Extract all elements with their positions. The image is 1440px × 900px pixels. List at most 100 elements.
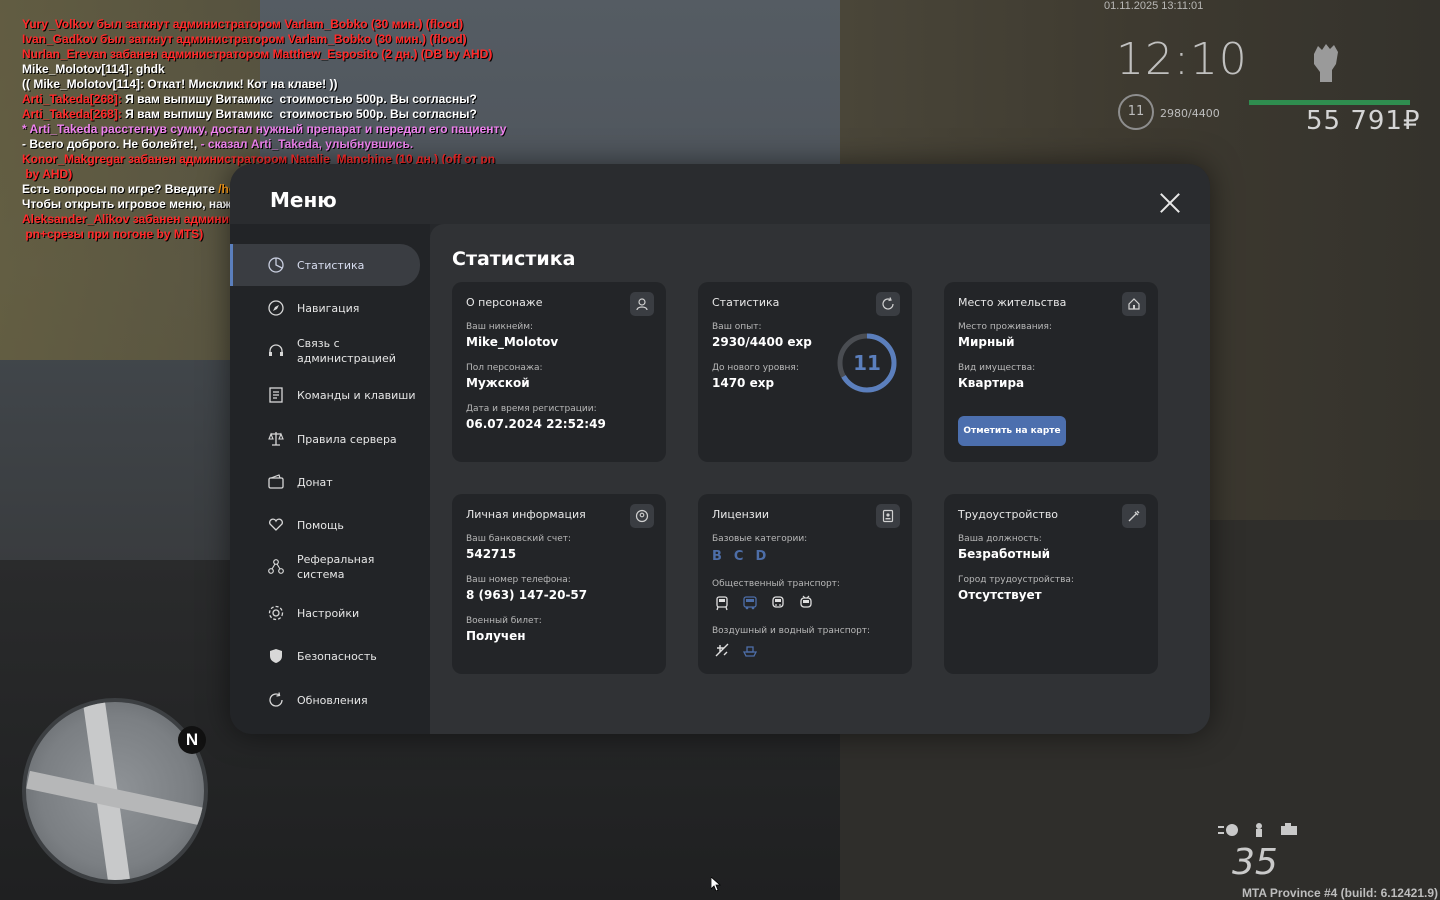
sidebar-item-label: Безопасность — [297, 649, 377, 663]
sidebar-item-label: Правила сервера — [297, 432, 397, 446]
hud-clock: 12:10 — [1116, 34, 1248, 85]
chat-text: * Arti_Takeda расстегнув сумку, достал н… — [22, 122, 507, 136]
gear-icon — [266, 603, 286, 623]
shield-icon — [266, 646, 286, 666]
property-label: Вид имущества: — [958, 363, 1036, 373]
level-progress-ring: 11 — [836, 332, 898, 394]
chat-line: Mike_Molotov[114]: ghdk — [22, 62, 522, 77]
chat-text: Arti_Takeda[268]: — [22, 92, 126, 106]
sidebar-item[interactable]: Связь с администрацией — [230, 330, 420, 372]
license-categories: B C D — [712, 549, 766, 564]
hud-level: 11 — [1118, 94, 1154, 130]
bank-value: 542715 — [466, 547, 517, 561]
chat-line: * Arti_Takeda расстегнув сумку, достал н… — [22, 122, 522, 137]
military-label: Военный билет: — [466, 616, 542, 626]
chat-line: Yury_Volkov был заткнут администратором … — [22, 17, 522, 32]
modal-title: Меню — [270, 188, 337, 212]
mouse-cursor — [710, 876, 722, 892]
card-stats: Статистика Ваш опыт: 2930/4400 exp До но… — [698, 282, 912, 462]
nickname-value: Mike_Molotov — [466, 335, 559, 349]
document-icon — [266, 385, 286, 405]
tram-icon — [712, 593, 732, 613]
user-icon — [630, 292, 654, 316]
registration-value: 06.07.2024 22:52:49 — [466, 417, 606, 431]
scales-icon — [266, 429, 286, 449]
bus-icon — [740, 593, 760, 613]
chat-text: (( Mike_Molotov[114]: Откат! Мисклик! Ко… — [22, 77, 338, 91]
public-transport-icons — [712, 593, 816, 613]
fist-icon — [1306, 40, 1346, 84]
sidebar-item[interactable]: Статистика — [230, 244, 420, 286]
game-menu-modal: Меню Статистика Навигация Связь с админист… — [230, 164, 1210, 734]
mark-on-map-button[interactable]: Отметить на карте — [958, 416, 1066, 446]
chat-text: by AHD) — [22, 167, 73, 181]
card-title: О персонаже — [466, 296, 543, 309]
heart-hand-icon — [266, 515, 286, 535]
work-city-value: Отсутствует — [958, 588, 1042, 602]
registration-label: Дата и время регистрации: — [466, 404, 597, 414]
modal-header: Меню — [230, 164, 1210, 224]
vehicle-status-icons — [1218, 822, 1300, 837]
next-level-value: 1470 exp — [712, 376, 775, 390]
chat-text: Nurlan_Erevan забанен администратором Ma… — [22, 47, 493, 61]
card-employment: Трудоустройство Ваша должность: Безработ… — [944, 494, 1158, 674]
card-title: Лицензии — [712, 508, 770, 521]
chat-text: Mike_Molotov[114]: ghdk — [22, 62, 165, 76]
chart-icon — [266, 255, 286, 275]
level-number: 11 — [853, 351, 881, 375]
content-title: Статистика — [452, 248, 576, 270]
sidebar-item-label: Статистика — [297, 258, 365, 272]
license-category: B — [712, 549, 722, 564]
minimap — [22, 698, 208, 884]
sidebar-item[interactable]: Настройки — [230, 592, 420, 634]
chat-line: Arti_Takeda[268]: Я вам выпишу Витамикс … — [22, 107, 522, 122]
chat-text: Есть вопросы по игре? Введите — [22, 182, 219, 196]
sidebar-item[interactable]: Донат — [230, 461, 420, 503]
chat-text: Я вам выпишу Витамикс стоимостью 500р. В… — [125, 107, 477, 121]
refresh-icon — [266, 690, 286, 710]
chat-text: Yury_Volkov был заткнут администратором … — [22, 17, 464, 31]
id-icon — [630, 504, 654, 528]
card-title: Статистика — [712, 296, 780, 309]
sidebar-item[interactable]: Безопасность — [230, 635, 420, 677]
chat-text: Arti_Takeda[268]: — [22, 107, 126, 121]
sidebar-item[interactable]: Помощь — [230, 504, 420, 546]
license-category: C — [733, 549, 744, 564]
military-value: Получен — [466, 629, 526, 643]
public-transport-label: Общественный транспорт: — [712, 579, 840, 589]
position-label: Ваша должность: — [958, 534, 1042, 544]
next-level-label: До нового уровня: — [712, 363, 799, 373]
sidebar-item[interactable]: Правила сервера — [230, 418, 420, 460]
plane-icon — [712, 640, 732, 660]
close-icon[interactable] — [1155, 188, 1185, 218]
sidebar-item-label: Донат — [297, 475, 333, 489]
wallet-icon — [266, 472, 286, 492]
card-residence: Место жительства Место проживания: Мирны… — [944, 282, 1158, 462]
home-icon — [1122, 292, 1146, 316]
referral-icon — [266, 557, 286, 577]
sidebar-item-label: Связь с администрацией — [297, 337, 396, 365]
menu-sidebar: Статистика Навигация Связь с администрацие… — [230, 224, 430, 734]
card-licenses: Лицензии Базовые категории: B C D Общест… — [698, 494, 912, 674]
sidebar-item[interactable]: Навигация — [230, 287, 420, 329]
sidebar-item-label: Помощь — [297, 518, 344, 532]
engine-icon — [1278, 822, 1300, 836]
train-icon — [768, 593, 788, 613]
bank-label: Ваш банковский счет: — [466, 534, 572, 544]
chat-text: - сказал Arti_Takeda, улыбнувшись. — [200, 137, 414, 151]
place-label: Место проживания: — [958, 322, 1052, 332]
chat-line: Nurlan_Erevan забанен администратором Ma… — [22, 47, 522, 62]
hud-exp: 2980/4400 — [1160, 107, 1220, 120]
air-water-icons — [712, 640, 760, 660]
refresh-icon — [876, 292, 900, 316]
license-icon — [876, 504, 900, 528]
sidebar-item[interactable]: Реферальная система — [230, 546, 420, 588]
health-bar — [1249, 100, 1410, 105]
sidebar-item-label: Навигация — [297, 301, 360, 315]
build-info: MTA Province #4 (build: 6.12421.9) — [1241, 886, 1438, 900]
chat-text: Ivan_Gadkov был заткнут администратором … — [22, 32, 467, 46]
card-title: Личная информация — [466, 508, 586, 521]
exp-label: Ваш опыт: — [712, 322, 762, 332]
sidebar-item[interactable]: Обновления — [230, 679, 420, 721]
sidebar-item[interactable]: Команды и клавиши — [230, 374, 420, 416]
